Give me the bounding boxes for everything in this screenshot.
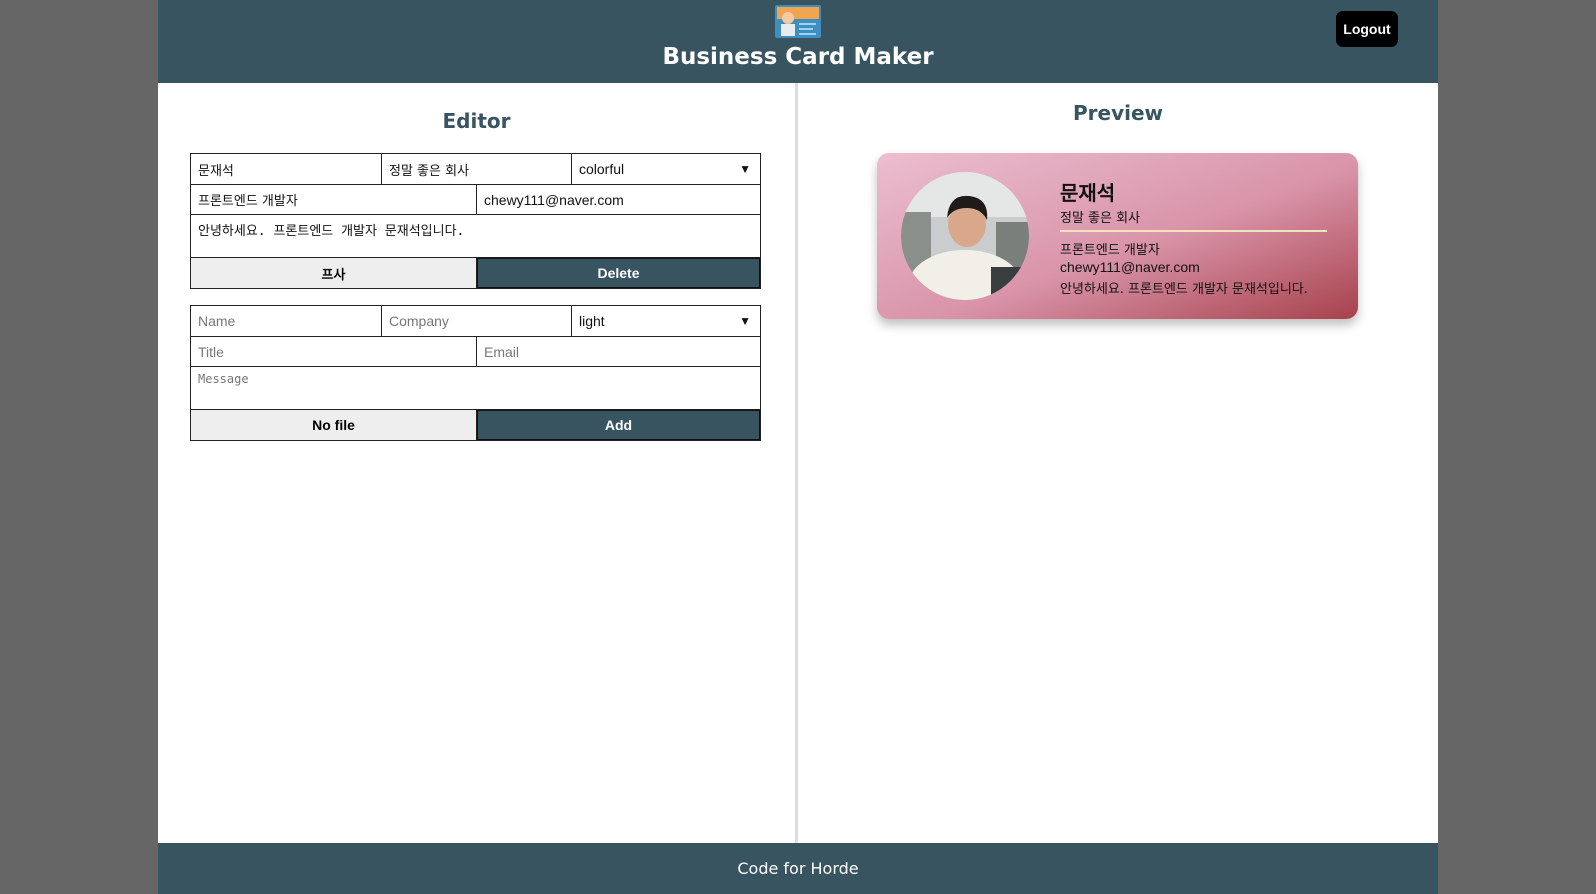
footer: Code for Horde <box>158 843 1438 894</box>
header: Business Card Maker Logout <box>158 0 1438 83</box>
card-message: 안녕하세요. 프론트엔드 개발자 문재석입니다. <box>1060 282 1308 297</box>
preview-title: Preview <box>1072 101 1164 125</box>
chevron-down-icon: ▼ <box>739 314 751 328</box>
footer-text: Code for Horde <box>737 859 859 878</box>
card-email: chewy111@naver.com <box>1060 259 1200 275</box>
add-button[interactable]: Add <box>477 410 760 440</box>
card-divider <box>1060 230 1327 232</box>
theme-select[interactable]: light ▼ <box>572 306 760 336</box>
card-name: 문재석 <box>1060 181 1116 205</box>
title-input[interactable]: Title <box>191 337 477 366</box>
company-input[interactable]: Company <box>382 306 572 336</box>
logout-button[interactable]: Logout <box>1336 11 1398 47</box>
message-textarea[interactable]: 안녕하세요. 프론트엔드 개발자 문재석입니다. <box>191 215 760 257</box>
image-file-button[interactable]: No file <box>191 410 477 440</box>
theme-select-value: light <box>579 313 605 329</box>
business-card-preview: 문재석 정말 좋은 회사 프론트엔드 개발자 chewy111@naver.co… <box>877 153 1358 319</box>
section-divider <box>795 83 798 843</box>
editor-title: Editor <box>442 109 511 133</box>
title-input[interactable]: 프론트엔드 개발자 <box>191 185 477 214</box>
email-input[interactable]: chewy111@naver.com <box>477 185 760 214</box>
theme-select[interactable]: colorful ▼ <box>572 154 760 184</box>
card-company: 정말 좋은 회사 <box>1060 211 1141 226</box>
card-add-form: Name Company light ▼ Title Email Message… <box>190 305 761 441</box>
app-title: Business Card Maker <box>662 44 934 70</box>
app-container: Business Card Maker Logout Editor 문재석 정말… <box>158 0 1438 894</box>
name-input[interactable]: Name <box>191 306 382 336</box>
theme-select-value: colorful <box>579 161 625 177</box>
card-title: 프론트엔드 개발자 <box>1060 243 1160 258</box>
card-edit-form: 문재석 정말 좋은 회사 colorful ▼ 프론트엔드 개발자 chewy1… <box>190 153 761 289</box>
message-placeholder: Message <box>198 372 249 386</box>
image-file-button[interactable]: 프사 <box>191 258 477 288</box>
email-input[interactable]: Email <box>477 337 760 366</box>
message-textarea[interactable]: Message <box>191 367 760 409</box>
chevron-down-icon: ▼ <box>739 162 751 176</box>
delete-button[interactable]: Delete <box>477 258 760 288</box>
business-card-logo-icon <box>775 5 821 38</box>
company-input[interactable]: 정말 좋은 회사 <box>382 154 572 184</box>
avatar <box>901 172 1029 300</box>
name-input[interactable]: 문재석 <box>191 154 382 184</box>
profile-photo <box>901 172 1029 300</box>
